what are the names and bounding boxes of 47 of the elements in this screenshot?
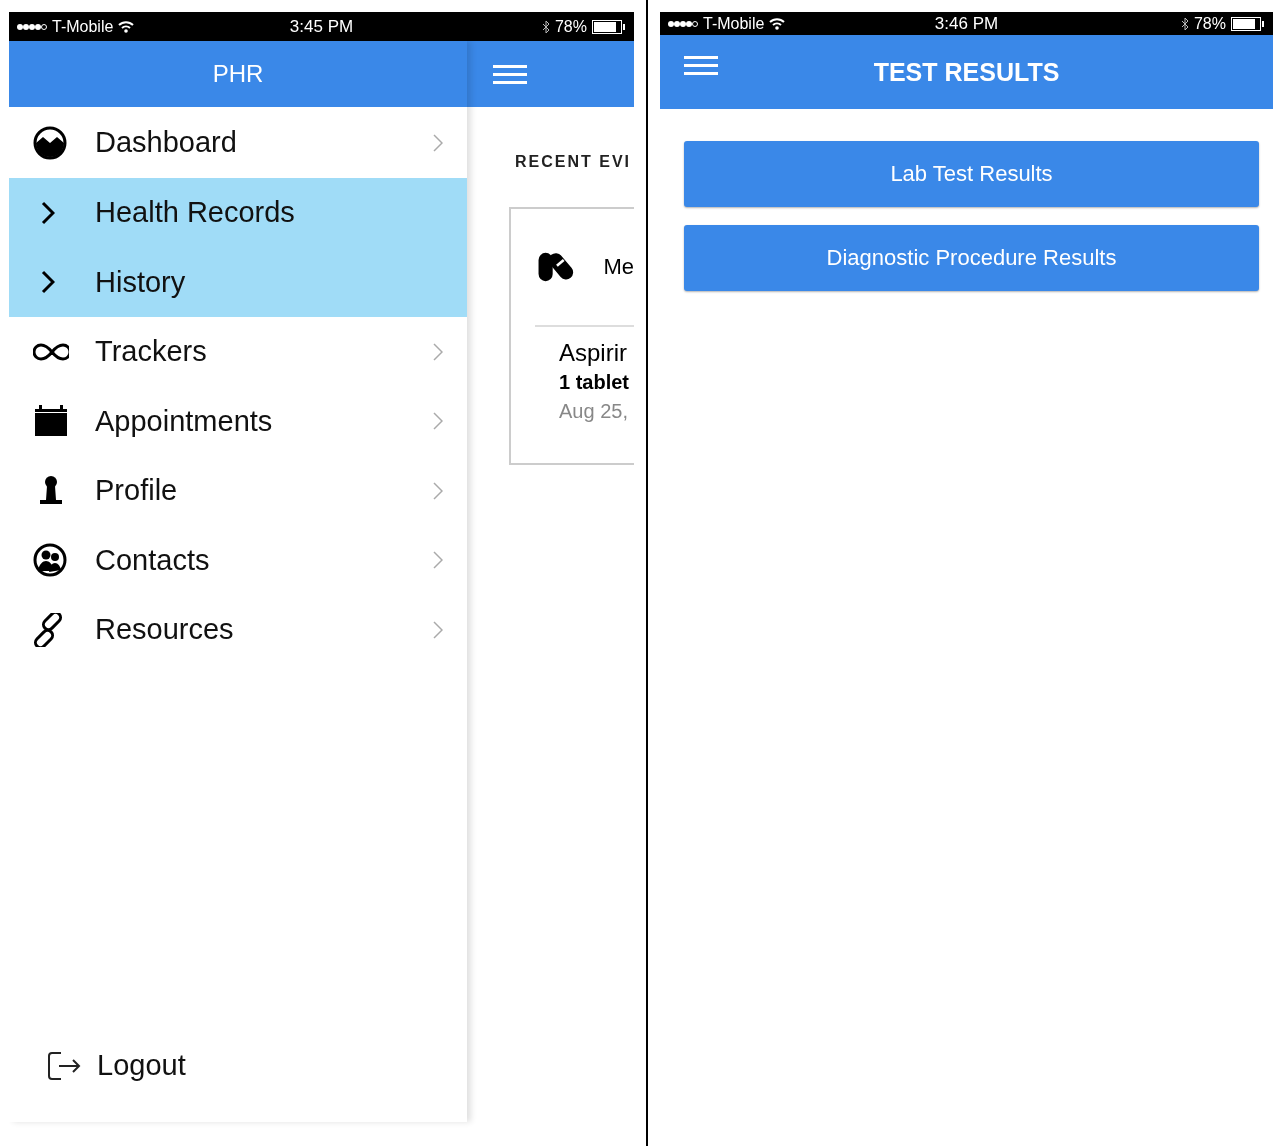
battery-percent: 78% — [1193, 14, 1226, 33]
header-title: PHR — [212, 60, 264, 88]
clock-time: 3:45 PM — [289, 16, 354, 37]
menu-item[interactable]: Health Records — [9, 178, 467, 248]
battery-icon — [1231, 16, 1265, 31]
chevron-right-icon — [433, 620, 443, 639]
menu-item[interactable]: History — [9, 247, 467, 317]
chevron-right-icon — [433, 342, 443, 361]
event-date: Aug 25, — [559, 400, 629, 423]
chevron-right-icon — [433, 551, 443, 570]
event-card[interactable]: Me Aspirir 1 tablet Aug 25, — [509, 207, 634, 465]
signal-icon — [668, 19, 698, 28]
carrier-name: T-Mobile — [703, 14, 765, 33]
bluetooth-icon — [541, 19, 550, 34]
section-title: RECENT EVI — [515, 153, 632, 171]
chevron-right-icon — [41, 270, 55, 295]
clock-time: 3:46 PM — [934, 13, 999, 34]
bluetooth-icon — [1180, 16, 1189, 31]
contacts-icon — [33, 543, 69, 578]
signal-icon — [17, 22, 47, 31]
header-title: TEST RESULTS — [873, 57, 1060, 87]
menu-item[interactable]: Trackers — [9, 317, 467, 387]
chevron-right-icon — [433, 133, 443, 152]
result-button[interactable]: Lab Test Results — [684, 141, 1259, 207]
chevron-right-icon — [41, 200, 55, 225]
dosage-text: 1 tablet — [559, 371, 631, 394]
result-button[interactable]: Diagnostic Procedure Results — [684, 225, 1259, 291]
menu-item[interactable]: Dashboard — [9, 107, 467, 178]
wifi-icon — [769, 17, 786, 30]
menu-item[interactable]: Resources — [9, 595, 467, 665]
wifi-icon — [118, 20, 135, 33]
chevron-right-icon — [433, 481, 443, 500]
menu-icon[interactable] — [493, 64, 527, 84]
menu-item[interactable]: Profile — [9, 456, 467, 526]
menu-item[interactable]: Appointments — [9, 386, 467, 456]
medication-name: Aspirir — [559, 339, 628, 367]
logout-button[interactable]: Logout — [9, 1049, 467, 1082]
calendar-icon — [33, 404, 69, 439]
chevron-right-icon — [433, 412, 443, 431]
carrier-name: T-Mobile — [52, 17, 114, 36]
battery-icon — [592, 19, 626, 34]
battery-percent: 78% — [554, 17, 587, 36]
logout-icon — [47, 1049, 83, 1082]
menu-icon[interactable] — [684, 55, 718, 75]
menu-item[interactable]: Contacts — [9, 525, 467, 595]
card-title: Me — [603, 254, 634, 280]
dashboard-icon — [33, 125, 69, 160]
